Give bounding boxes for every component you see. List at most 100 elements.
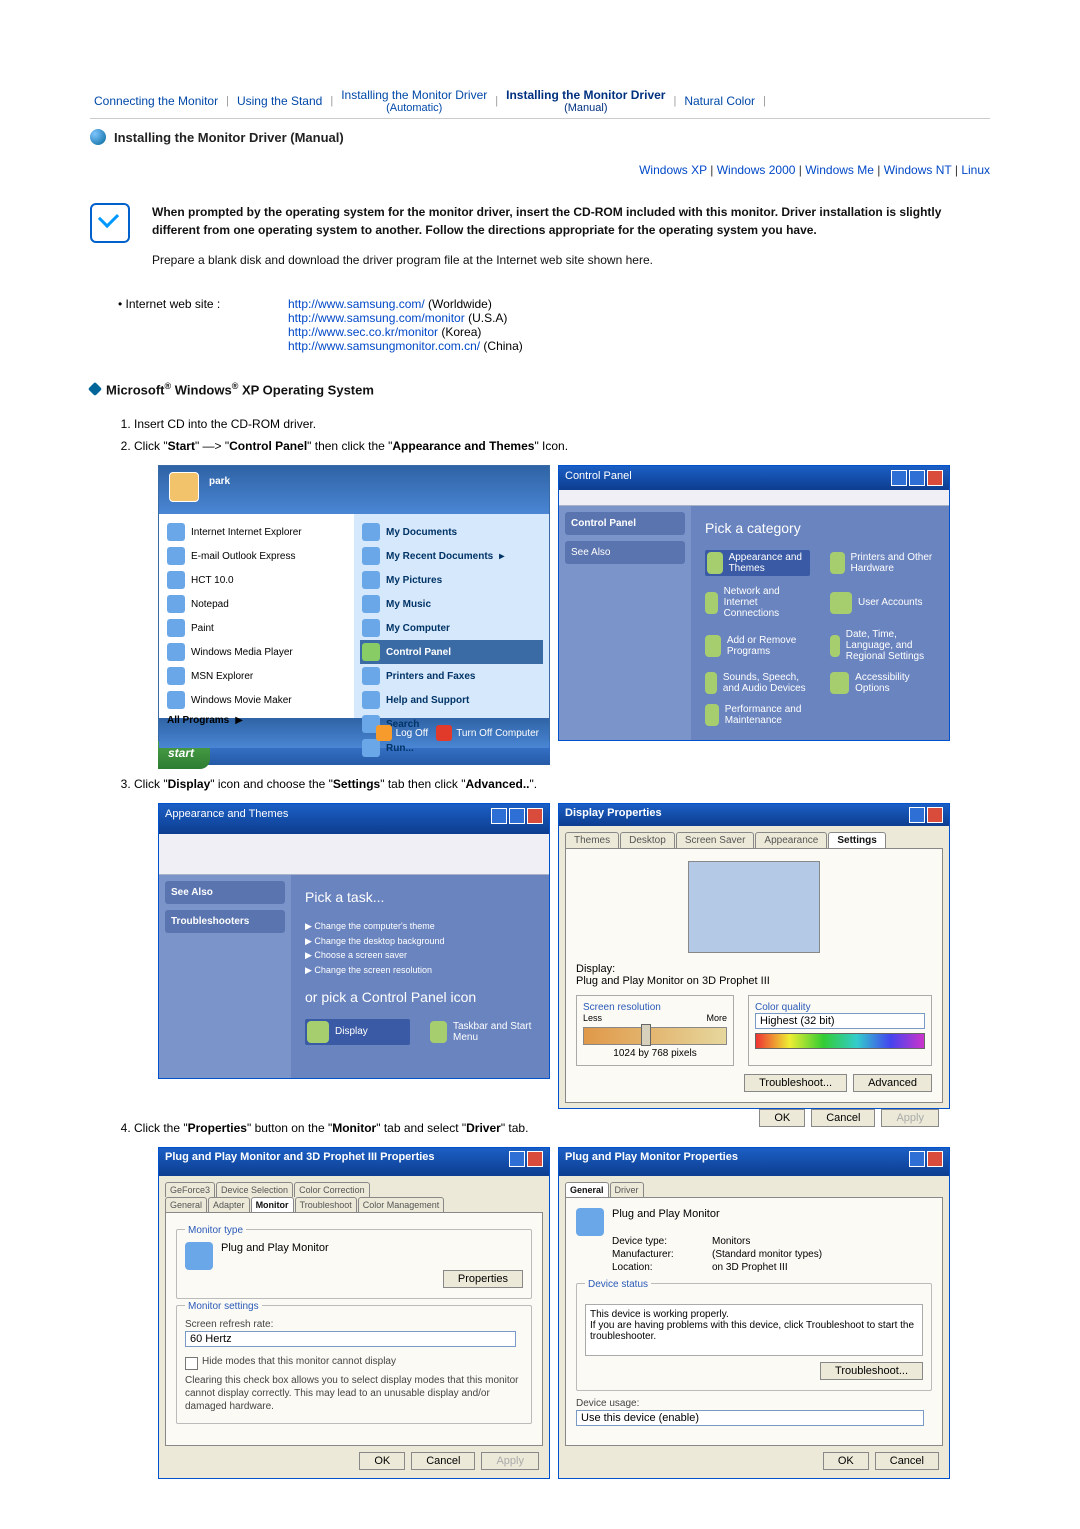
- cancel-button[interactable]: Cancel: [875, 1452, 939, 1470]
- nav-install-auto[interactable]: Installing the Monitor Driver (Automatic…: [337, 88, 491, 114]
- advanced-button[interactable]: Advanced: [853, 1074, 932, 1092]
- color-select[interactable]: Highest (32 bit): [755, 1013, 925, 1029]
- os-link-linux[interactable]: Linux: [961, 163, 990, 177]
- troubleshoot-button[interactable]: Troubleshoot...: [744, 1074, 847, 1092]
- max-icon[interactable]: [509, 808, 525, 824]
- tab-general[interactable]: General: [565, 1182, 609, 1197]
- cancel-button[interactable]: Cancel: [811, 1109, 875, 1127]
- sm-item[interactable]: Windows Movie Maker: [165, 688, 348, 712]
- sm-item[interactable]: Internet Internet Explorer: [165, 520, 348, 544]
- apply-button[interactable]: Apply: [481, 1452, 539, 1470]
- cp-icon-display[interactable]: Display: [305, 1019, 410, 1045]
- grp-settings-label: Monitor settings: [185, 1301, 262, 1312]
- link-usa[interactable]: http://www.samsung.com/monitor: [288, 311, 465, 325]
- tab-adapter[interactable]: Adapter: [208, 1197, 250, 1212]
- cp-cat[interactable]: Network and Internet Connections: [705, 586, 810, 619]
- cancel-button[interactable]: Cancel: [411, 1452, 475, 1470]
- tab-appearance[interactable]: Appearance: [755, 832, 827, 848]
- tab-general[interactable]: General: [165, 1197, 207, 1212]
- help-icon[interactable]: [909, 807, 925, 823]
- nav-install-manual-label: Installing the Monitor Driver: [506, 88, 665, 102]
- themes-title: Appearance and Themes: [165, 808, 288, 830]
- nav-install-manual[interactable]: Installing the Monitor Driver (Manual): [502, 88, 669, 114]
- min-icon[interactable]: [491, 808, 507, 824]
- sm-item[interactable]: My Documents: [360, 520, 543, 544]
- sm-item[interactable]: My Computer: [360, 616, 543, 640]
- sm-all-programs[interactable]: All Programs ▶: [165, 712, 348, 729]
- sm-item[interactable]: MSN Explorer: [165, 664, 348, 688]
- refresh-select[interactable]: 60 Hertz: [185, 1331, 516, 1347]
- sm-item[interactable]: My Recent Documents ▸: [360, 544, 543, 568]
- troubleshoot-button[interactable]: Troubleshoot...: [820, 1362, 923, 1380]
- task-item[interactable]: ▶ Change the desktop background: [305, 934, 535, 948]
- os-link-nt[interactable]: Windows NT: [884, 163, 952, 177]
- task-item[interactable]: ▶ Choose a screen saver: [305, 948, 535, 962]
- tab-geforce[interactable]: GeForce3: [165, 1182, 215, 1197]
- ok-button[interactable]: OK: [359, 1452, 405, 1470]
- cp-cat[interactable]: Sounds, Speech, and Audio Devices: [705, 672, 810, 694]
- apply-button[interactable]: Apply: [881, 1109, 939, 1127]
- display-label: Display:: [576, 963, 932, 975]
- sm-item[interactable]: My Music: [360, 592, 543, 616]
- tab-colorcorr[interactable]: Color Correction: [294, 1182, 370, 1197]
- tab-monitor[interactable]: Monitor: [251, 1197, 294, 1212]
- step-1: Insert CD into the CD-ROM driver.: [134, 415, 990, 433]
- sm-item[interactable]: Help and Support: [360, 688, 543, 712]
- ok-button[interactable]: OK: [823, 1452, 869, 1470]
- tab-devsel[interactable]: Device Selection: [216, 1182, 293, 1197]
- tab-themes[interactable]: Themes: [565, 832, 619, 848]
- cp-cat[interactable]: Add or Remove Programs: [705, 629, 810, 662]
- sm-item[interactable]: Printers and Faxes: [360, 664, 543, 688]
- close-icon[interactable]: [927, 807, 943, 823]
- sm-item[interactable]: My Pictures: [360, 568, 543, 592]
- max-icon[interactable]: [909, 470, 925, 486]
- close-icon[interactable]: [527, 1151, 543, 1167]
- close-icon[interactable]: [527, 808, 543, 824]
- cp-cat[interactable]: Accessibility Options: [830, 672, 935, 694]
- cp-cat[interactable]: Printers and Other Hardware: [830, 550, 935, 576]
- os-link-2000[interactable]: Windows 2000: [717, 163, 796, 177]
- task-item[interactable]: ▶ Change the screen resolution: [305, 963, 535, 977]
- cp-cat[interactable]: User Accounts: [830, 586, 935, 619]
- resolution-slider[interactable]: [583, 1027, 727, 1045]
- nav-stand[interactable]: Using the Stand: [233, 94, 326, 108]
- sm-item[interactable]: E-mail Outlook Express: [165, 544, 348, 568]
- tab-screensaver[interactable]: Screen Saver: [676, 832, 755, 848]
- nav-connecting[interactable]: Connecting the Monitor: [90, 94, 222, 108]
- usage-select[interactable]: Use this device (enable): [576, 1410, 924, 1426]
- min-icon[interactable]: [891, 470, 907, 486]
- sm-control-panel[interactable]: Control Panel: [360, 640, 543, 664]
- sm-item[interactable]: Notepad: [165, 592, 348, 616]
- tab-colormgmt[interactable]: Color Management: [358, 1197, 445, 1212]
- link-korea[interactable]: http://www.sec.co.kr/monitor: [288, 325, 438, 339]
- link-worldwide[interactable]: http://www.samsung.com/: [288, 297, 425, 311]
- link-china[interactable]: http://www.samsungmonitor.com.cn/: [288, 339, 480, 353]
- close-icon[interactable]: [927, 1151, 943, 1167]
- tab-driver[interactable]: Driver: [610, 1182, 644, 1197]
- sm-item[interactable]: Windows Media Player: [165, 640, 348, 664]
- logoff-button[interactable]: Log Off: [376, 725, 429, 741]
- close-icon[interactable]: [927, 470, 943, 486]
- help-icon[interactable]: [509, 1151, 525, 1167]
- hide-modes-checkbox[interactable]: [185, 1357, 198, 1370]
- cp-heading: Pick a category: [705, 520, 935, 536]
- tab-settings[interactable]: Settings: [828, 832, 885, 848]
- cp-icon-taskbar[interactable]: Taskbar and Start Menu: [430, 1019, 535, 1045]
- status-label: Device status: [585, 1279, 651, 1290]
- turnoff-button[interactable]: Turn Off Computer: [436, 725, 539, 741]
- tab-desktop[interactable]: Desktop: [620, 832, 675, 848]
- os-link-xp[interactable]: Windows XP: [639, 163, 707, 177]
- sm-item[interactable]: Paint: [165, 616, 348, 640]
- cp-cat-appearance[interactable]: Appearance and Themes: [705, 550, 810, 576]
- diamond-icon: [88, 382, 102, 396]
- cp-cat[interactable]: Date, Time, Language, and Regional Setti…: [830, 629, 935, 662]
- nav-natural-color[interactable]: Natural Color: [680, 94, 759, 108]
- tab-troubleshoot[interactable]: Troubleshoot: [295, 1197, 357, 1212]
- cp-cat[interactable]: Performance and Maintenance: [705, 704, 810, 726]
- help-icon[interactable]: [909, 1151, 925, 1167]
- sm-item[interactable]: HCT 10.0: [165, 568, 348, 592]
- os-link-me[interactable]: Windows Me: [805, 163, 874, 177]
- ok-button[interactable]: OK: [759, 1109, 805, 1127]
- properties-button[interactable]: Properties: [443, 1270, 523, 1288]
- task-item[interactable]: ▶ Change the computer's theme: [305, 919, 535, 933]
